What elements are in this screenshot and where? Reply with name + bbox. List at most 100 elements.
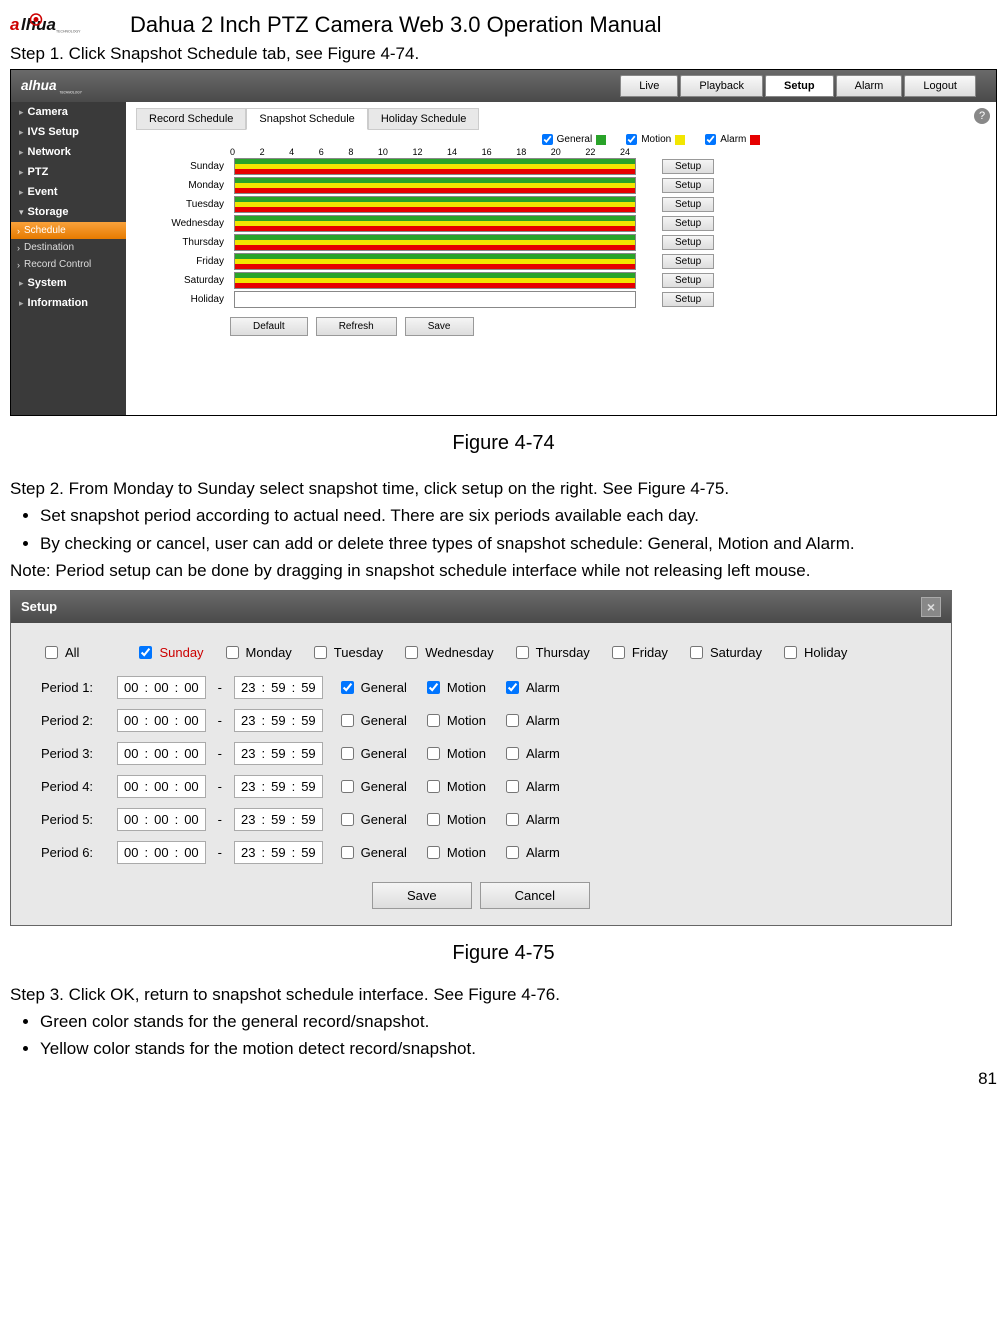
start-time-input[interactable]: 00:00:00: [117, 742, 206, 765]
setup-button[interactable]: Setup: [662, 216, 714, 231]
setup-button[interactable]: Setup: [662, 254, 714, 269]
end-time-input[interactable]: 23:59:59: [234, 709, 323, 732]
general-checkbox[interactable]: General: [337, 744, 407, 763]
start-time-input[interactable]: 00:00:00: [117, 841, 206, 864]
setup-button[interactable]: Setup: [662, 159, 714, 174]
day-cb-input[interactable]: [226, 646, 239, 659]
day-cb-thursday[interactable]: Thursday: [512, 643, 590, 662]
day-cb-monday[interactable]: Monday: [222, 643, 292, 662]
legend-general-cb[interactable]: [542, 134, 553, 145]
motion-checkbox[interactable]: Motion: [423, 843, 486, 862]
subtab-record-schedule[interactable]: Record Schedule: [136, 108, 246, 130]
day-bar[interactable]: [234, 177, 636, 194]
general-cb-input[interactable]: [341, 747, 354, 760]
motion-checkbox[interactable]: Motion: [423, 810, 486, 829]
subtab-holiday-schedule[interactable]: Holiday Schedule: [368, 108, 480, 130]
setup-button[interactable]: Setup: [662, 273, 714, 288]
top-tab-logout[interactable]: Logout: [904, 75, 976, 97]
alarm-checkbox[interactable]: Alarm: [502, 711, 560, 730]
day-cb-input[interactable]: [516, 646, 529, 659]
motion-cb-input[interactable]: [427, 747, 440, 760]
sidebar-sub-destination[interactable]: ›Destination: [11, 239, 126, 256]
day-bar[interactable]: [234, 291, 636, 308]
alarm-checkbox[interactable]: Alarm: [502, 843, 560, 862]
alarm-cb-input[interactable]: [506, 747, 519, 760]
start-time-input[interactable]: 00:00:00: [117, 676, 206, 699]
sidebar-item-camera[interactable]: ▸Camera: [11, 102, 126, 122]
top-tab-setup[interactable]: Setup: [765, 75, 834, 97]
alarm-cb-input[interactable]: [506, 813, 519, 826]
setup-button[interactable]: Setup: [662, 178, 714, 193]
alarm-cb-input[interactable]: [506, 780, 519, 793]
save-button[interactable]: Save: [405, 317, 474, 336]
sidebar-item-event[interactable]: ▸Event: [11, 182, 126, 202]
day-cb-holiday[interactable]: Holiday: [780, 643, 847, 662]
day-bar[interactable]: [234, 234, 636, 251]
day-cb-wednesday[interactable]: Wednesday: [401, 643, 493, 662]
general-checkbox[interactable]: General: [337, 777, 407, 796]
setup-button[interactable]: Setup: [662, 197, 714, 212]
refresh-button[interactable]: Refresh: [316, 317, 397, 336]
sidebar-sub-schedule[interactable]: ›Schedule: [11, 222, 126, 239]
day-bar[interactable]: [234, 158, 636, 175]
day-bar[interactable]: [234, 196, 636, 213]
day-cb-tuesday[interactable]: Tuesday: [310, 643, 383, 662]
general-cb-input[interactable]: [341, 846, 354, 859]
end-time-input[interactable]: 23:59:59: [234, 841, 323, 864]
day-cb-input[interactable]: [405, 646, 418, 659]
legend-motion[interactable]: Motion: [626, 134, 685, 145]
sidebar-item-information[interactable]: ▸Information: [11, 293, 126, 313]
day-cb-input[interactable]: [612, 646, 625, 659]
general-cb-input[interactable]: [341, 714, 354, 727]
setup-button[interactable]: Setup: [662, 292, 714, 307]
alarm-cb-input[interactable]: [506, 846, 519, 859]
general-checkbox[interactable]: General: [337, 711, 407, 730]
day-cb-input[interactable]: [139, 646, 152, 659]
end-time-input[interactable]: 23:59:59: [234, 742, 323, 765]
motion-cb-input[interactable]: [427, 714, 440, 727]
motion-checkbox[interactable]: Motion: [423, 744, 486, 763]
motion-cb-input[interactable]: [427, 846, 440, 859]
legend-general[interactable]: General: [542, 134, 607, 145]
setup-button[interactable]: Setup: [662, 235, 714, 250]
subtab-snapshot-schedule[interactable]: Snapshot Schedule: [246, 108, 367, 130]
help-icon[interactable]: ?: [974, 108, 990, 124]
motion-cb-input[interactable]: [427, 681, 440, 694]
day-cb-friday[interactable]: Friday: [608, 643, 668, 662]
alarm-cb-input[interactable]: [506, 714, 519, 727]
start-time-input[interactable]: 00:00:00: [117, 808, 206, 831]
legend-alarm[interactable]: Alarm: [705, 134, 760, 145]
top-tab-live[interactable]: Live: [620, 75, 678, 97]
general-cb-input[interactable]: [341, 780, 354, 793]
motion-checkbox[interactable]: Motion: [423, 711, 486, 730]
motion-checkbox[interactable]: Motion: [423, 678, 486, 697]
alarm-cb-input[interactable]: [506, 681, 519, 694]
top-tab-playback[interactable]: Playback: [680, 75, 763, 97]
sidebar-sub-record-control[interactable]: ›Record Control: [11, 256, 126, 273]
general-checkbox[interactable]: General: [337, 843, 407, 862]
sidebar-item-ptz[interactable]: ▸PTZ: [11, 162, 126, 182]
alarm-checkbox[interactable]: Alarm: [502, 744, 560, 763]
sidebar-item-network[interactable]: ▸Network: [11, 142, 126, 162]
close-icon[interactable]: ×: [921, 597, 941, 617]
day-bar[interactable]: [234, 215, 636, 232]
end-time-input[interactable]: 23:59:59: [234, 676, 323, 699]
save-button[interactable]: Save: [372, 882, 472, 909]
general-checkbox[interactable]: General: [337, 678, 407, 697]
motion-cb-input[interactable]: [427, 780, 440, 793]
start-time-input[interactable]: 00:00:00: [117, 709, 206, 732]
end-time-input[interactable]: 23:59:59: [234, 808, 323, 831]
legend-alarm-cb[interactable]: [705, 134, 716, 145]
top-tab-alarm[interactable]: Alarm: [836, 75, 903, 97]
start-time-input[interactable]: 00:00:00: [117, 775, 206, 798]
alarm-checkbox[interactable]: Alarm: [502, 777, 560, 796]
alarm-checkbox[interactable]: Alarm: [502, 678, 560, 697]
general-cb-input[interactable]: [341, 681, 354, 694]
general-cb-input[interactable]: [341, 813, 354, 826]
default-button[interactable]: Default: [230, 317, 308, 336]
general-checkbox[interactable]: General: [337, 810, 407, 829]
end-time-input[interactable]: 23:59:59: [234, 775, 323, 798]
day-cb-input[interactable]: [690, 646, 703, 659]
motion-checkbox[interactable]: Motion: [423, 777, 486, 796]
day-cb-input[interactable]: [314, 646, 327, 659]
